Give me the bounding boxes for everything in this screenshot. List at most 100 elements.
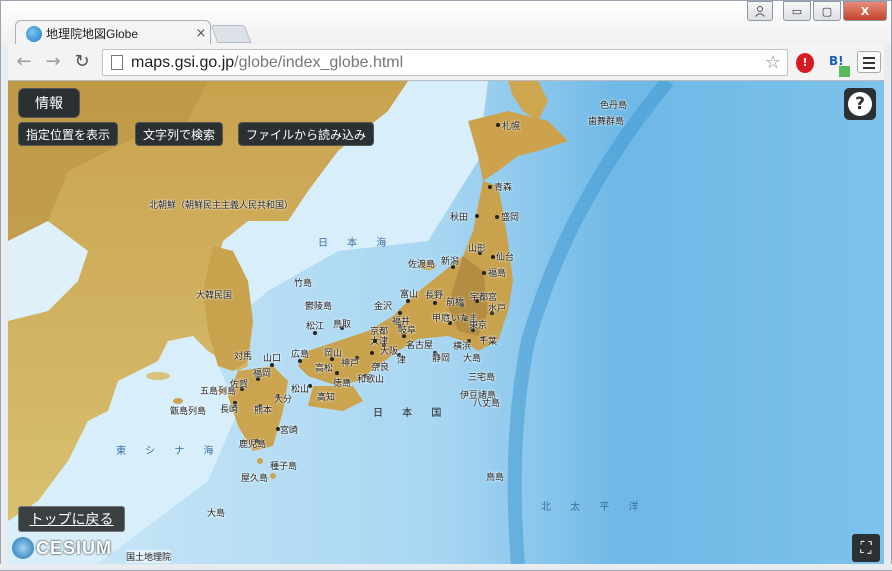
page-icon [111,55,123,70]
pacific-ocean-label: 北 太 平 洋 [541,502,647,513]
city-matsuyama: 松山 [291,385,310,395]
city-dot [370,351,374,355]
takeshima-label: 竹島 [294,279,313,289]
city-maebashi: 前橋 [446,298,465,308]
menu-icon[interactable] [857,51,881,73]
city-mito: 水戸 [488,304,507,314]
cesium-wordmark: CESIUM [36,537,113,558]
window-controls: ▭ ▢ X [747,1,887,21]
habomai-label: 歯舞群島 [588,117,625,127]
sado-label: 佐渡島 [408,260,436,270]
city-fukushima: 福島 [488,269,507,279]
city-kyoto: 京都 [370,327,389,337]
koshiki-label: 甑島列島 [170,407,207,417]
show-location-button[interactable]: 指定位置を表示 [18,122,119,146]
city-tsu: 津 [397,356,407,366]
extension-red-icon[interactable]: ! [796,53,814,73]
shikotan-label: 色丹島 [600,101,628,111]
back-to-top-button[interactable]: トップに戻る [18,506,125,532]
city-kanazawa: 金沢 [374,302,393,312]
hachijo-label: 八丈島 [473,399,501,409]
city-akita: 秋田 [450,213,469,223]
reload-icon[interactable]: ↻ [71,52,93,72]
back-arrow-icon[interactable]: ← [13,52,35,72]
torishima-label: 鳥島 [486,473,505,483]
load-file-button[interactable]: ファイルから読み込み [238,122,375,146]
city-kagoshima: 鹿児島 [239,440,267,450]
city-morioka: 盛岡 [501,213,520,223]
city-dot [482,271,486,275]
city-niigata: 新潟 [441,257,460,267]
window-frame-left [0,44,8,571]
tab-title: 地理院地図Globe [46,27,139,41]
city-yamaguchi: 山口 [263,354,282,364]
city-gifu: 岐阜 [398,326,417,336]
city-matsue: 松江 [306,322,325,332]
help-button[interactable]: ? [844,88,876,120]
city-chiba: 千葉 [479,337,498,347]
new-tab-button[interactable] [210,25,252,43]
extension-badge-icon [839,66,850,77]
map-credit[interactable]: 国土地理院 [126,550,172,563]
city-aomori: 青森 [494,183,513,193]
city-yamagata: 山形 [468,244,487,254]
city-sapporo: 札幌 [502,122,521,132]
address-bar[interactable]: maps.gsi.go.jp/globe/index_globe.html ☆ [102,49,788,76]
sea-of-japan-label: 日 本 海 [318,238,395,249]
south-korea-label: 大韓民国 [196,291,233,301]
help-icon: ? [848,92,872,116]
cesium-globe-icon [12,537,34,559]
url-host: maps.gsi.go.jp [131,53,235,71]
north-korea-label: 北朝鮮（朝鮮民主主義人民共和国） [149,201,294,211]
city-tokushima: 徳島 [333,379,352,389]
forward-arrow-icon[interactable]: → [42,52,64,72]
city-dot [488,185,492,189]
city-okayama: 岡山 [324,349,343,359]
city-dot [475,214,479,218]
minimize-button[interactable]: ▭ [783,1,811,21]
globe-map-viewport[interactable]: 日 本 海 東 シ ナ 海 北 太 平 洋 日 本 国 北朝鮮（朝鮮民主主義人民… [8,81,884,564]
city-dot [496,123,500,127]
maximize-button[interactable]: ▢ [813,1,841,21]
miyake-label: 三宅島 [468,373,496,383]
user-profile-icon[interactable] [747,1,773,21]
city-miyazaki: 宮崎 [280,426,299,436]
browser-toolbar: ← → ↻ maps.gsi.go.jp/globe/index_globe.h… [0,44,892,81]
fullscreen-icon[interactable]: ⛶ [852,534,880,562]
city-nagasaki: 長崎 [220,405,239,415]
bookmark-star-icon[interactable]: ☆ [765,52,781,73]
window-titlebar: 地理院地図Globe × ▭ ▢ X [0,0,892,46]
text-search-button[interactable]: 文字列で検索 [135,122,224,146]
cesium-logo[interactable]: CESIUM [12,537,112,559]
ulleung-label: 鬱陵島 [305,302,333,312]
city-nagano: 長野 [425,291,444,301]
city-hiroshima: 広島 [291,350,310,360]
city-yokohama: 横浜 [453,342,472,352]
city-tokyo: 東京 [469,321,488,331]
window-frame-bottom [0,564,892,571]
city-tottori: 鳥取 [333,320,352,330]
tsushima-label: 対馬 [234,352,253,362]
city-sendai: 仙台 [496,253,515,263]
window-frame-right [884,44,892,571]
city-takamatsu: 高松 [315,364,334,374]
info-button[interactable]: 情報 [18,88,80,118]
city-kobe: 神戸 [341,359,360,369]
close-window-button[interactable]: X [843,1,887,21]
city-oita: 大分 [274,395,293,405]
city-saga: 佐賀 [230,380,249,390]
city-shizuoka: 静岡 [432,354,451,364]
yakushima-label: 屋久島 [241,474,269,484]
city-kumamoto: 熊本 [254,406,273,416]
oshima-label: 大島 [463,354,482,364]
amami-label: 大島 [207,509,226,519]
city-wakayama: 和歌山 [357,375,385,385]
japan-country-label: 日 本 国 [373,408,450,419]
globe-favicon-icon [26,25,42,42]
url-path: /globe/index_globe.html [234,53,404,71]
city-osaka: 大阪 [380,347,399,357]
city-nagoya: 名古屋 [406,341,434,351]
browser-tab[interactable]: 地理院地図Globe × [15,20,211,46]
close-tab-icon[interactable]: × [192,26,210,41]
city-kochi: 高知 [317,393,336,403]
